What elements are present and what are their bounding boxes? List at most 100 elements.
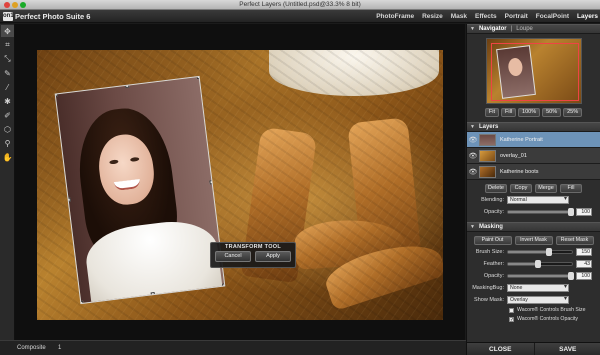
delete-layer-button[interactable]: Delete [485,184,507,193]
move-icon[interactable]: ✥ [1,25,14,37]
tab-portrait[interactable]: Portrait [505,10,528,23]
zoom-fill-button[interactable]: Fill [500,108,517,117]
transform-handle[interactable] [79,300,84,305]
right-panel: ▼ Navigator | Loupe Fit Fill 100% 50% 25… [466,24,600,355]
slider-knob[interactable] [568,208,574,216]
transform-handle[interactable] [54,92,58,97]
transform-handle[interactable] [66,197,71,202]
transform-icon[interactable]: ⤡ [1,53,14,65]
invert-mask-button[interactable]: Invert Mask [514,236,553,245]
brush-size-slider[interactable] [507,248,573,256]
navigator-preview[interactable] [485,38,582,104]
tab-photoframe[interactable]: PhotoFrame [376,10,414,23]
wacom-opacity-label: Wacom® Controls Opacity [517,316,578,322]
zoom-25-button[interactable]: 25% [563,108,583,117]
merge-layer-button[interactable]: Merge [535,184,557,193]
layer-thumbnail [479,165,496,178]
feather-slider[interactable] [507,260,573,268]
navigator-header: ▼ Navigator | Loupe [467,24,600,34]
zoom-50-button[interactable]: 50% [542,108,562,117]
show-mask-select[interactable]: Overlay [507,296,569,304]
crop-icon[interactable]: ⌗ [1,39,14,51]
layer-name: Katherine boots [500,168,539,175]
layer-thumbnail [479,149,496,162]
window-title: Perfect Layers (Untitled.psd@33.3% 8 bit… [239,1,361,8]
wacom-opacity-checkbox[interactable]: ✓ [509,316,514,322]
tab-mask[interactable]: Mask [451,10,467,23]
navigator-viewport-box[interactable] [490,43,579,101]
brush-size-value[interactable]: 150 [576,248,592,256]
portrait-layer[interactable] [54,75,226,305]
tab-separator: | [510,26,513,32]
transform-handle[interactable] [124,83,130,89]
app-window: Perfect Layers (Untitled.psd@33.3% 8 bit… [0,0,600,355]
zoom-icon[interactable]: ⚲ [1,137,14,149]
visibility-eye-icon[interactable]: 👁 [467,168,479,176]
brush-size-label: Brush Size: [475,249,504,255]
blending-label: Blending: [481,197,504,203]
layers-title: Layers [478,124,499,130]
transform-tool-title: TRANSFORM TOOL [224,244,282,250]
tab-layers[interactable]: Layers [577,10,598,23]
fill-layer-button[interactable]: Fill [560,184,582,193]
slider-knob[interactable] [546,248,552,256]
masking-bug-label: MaskingBug: [472,285,504,291]
layer-row[interactable]: 👁 overlay_01 [467,148,600,164]
layer-name: Katherine Portrait [500,136,543,143]
copy-layer-button[interactable]: Copy [510,184,532,193]
wacom-brush-size-label: Wacom® Controls Brush Size [517,307,586,313]
transform-apply-button[interactable]: Apply [255,251,291,262]
visibility-eye-icon[interactable]: 👁 [467,152,479,160]
wacom-brush-size-checkbox[interactable] [509,307,514,313]
clone-icon[interactable]: ⬡ [1,123,14,135]
layer-name: overlay_01 [500,152,527,159]
reset-mask-button[interactable]: Reset Mask [555,236,594,245]
close-button[interactable]: CLOSE [467,343,534,355]
masking-bug-icon[interactable]: ✱ [1,95,14,107]
paint-out-button[interactable]: Paint Out [473,236,512,245]
layer-thumbnail [479,133,496,146]
feather-row: Feather: 43 [467,259,600,269]
mask-buttons: Paint Out Invert Mask Reset Mask [467,236,600,245]
feather-value[interactable]: 43 [576,260,592,268]
visibility-eye-icon[interactable]: 👁 [467,136,479,144]
wacom-opacity-row: ✓ Wacom® Controls Opacity [509,315,600,323]
masking-title: Masking [478,224,503,230]
show-mask-row: Show Mask: Overlay [467,295,600,305]
collapse-triangle-icon[interactable]: ▼ [470,223,475,231]
slider-knob[interactable] [535,260,541,268]
collapse-triangle-icon[interactable]: ▼ [470,123,475,131]
tab-resize[interactable]: Resize [422,10,443,23]
app-logo: on1 [3,12,14,21]
layer-row[interactable]: 👁 Katherine Portrait [467,132,600,148]
tab-focalpoint[interactable]: FocalPoint [536,10,569,23]
app-name: Perfect Photo Suite 6 [15,12,91,21]
zoom-fit-button[interactable]: Fit [484,108,499,117]
slider-knob[interactable] [568,272,574,280]
brush-size-row: Brush Size: 150 [467,247,600,257]
show-mask-label: Show Mask: [474,297,504,303]
tab-effects[interactable]: Effects [475,10,497,23]
layer-row[interactable]: 👁 Katherine boots [467,164,600,180]
image-canvas[interactable]: TRANSFORM TOOL Cancel Apply [15,24,465,340]
collapse-triangle-icon[interactable]: ▼ [470,25,475,33]
blending-select[interactable]: Normal [507,196,569,204]
tab-loupe[interactable]: Loupe [516,25,533,33]
layer-opacity-slider[interactable] [507,208,574,216]
tab-navigator[interactable]: Navigator [479,25,507,33]
hand-icon[interactable]: ✋ [1,151,14,163]
save-button[interactable]: SAVE [533,343,600,355]
mask-opacity-slider[interactable] [507,272,574,280]
tool-palette: ✥ ⌗ ⤡ ✎ ⁄ ✱ ✐ ⬡ ⚲ ✋ [0,24,15,344]
zoom-100-button[interactable]: 100% [518,108,541,117]
layer-opacity-value[interactable]: 100 [576,208,592,216]
layer-opacity-row: Opacity: 100 [467,207,600,217]
eyedropper-icon[interactable]: ⁄ [1,81,14,93]
masking-bug-row: MaskingBug: None [467,283,600,293]
mask-opacity-value[interactable]: 100 [576,272,592,280]
masking-bug-select[interactable]: None [507,284,569,292]
retouch-icon[interactable]: ✐ [1,109,14,121]
transform-cancel-button[interactable]: Cancel [215,251,251,262]
brush-icon[interactable]: ✎ [1,67,14,79]
zoom-buttons: Fit Fill 100% 50% 25% [467,108,600,117]
